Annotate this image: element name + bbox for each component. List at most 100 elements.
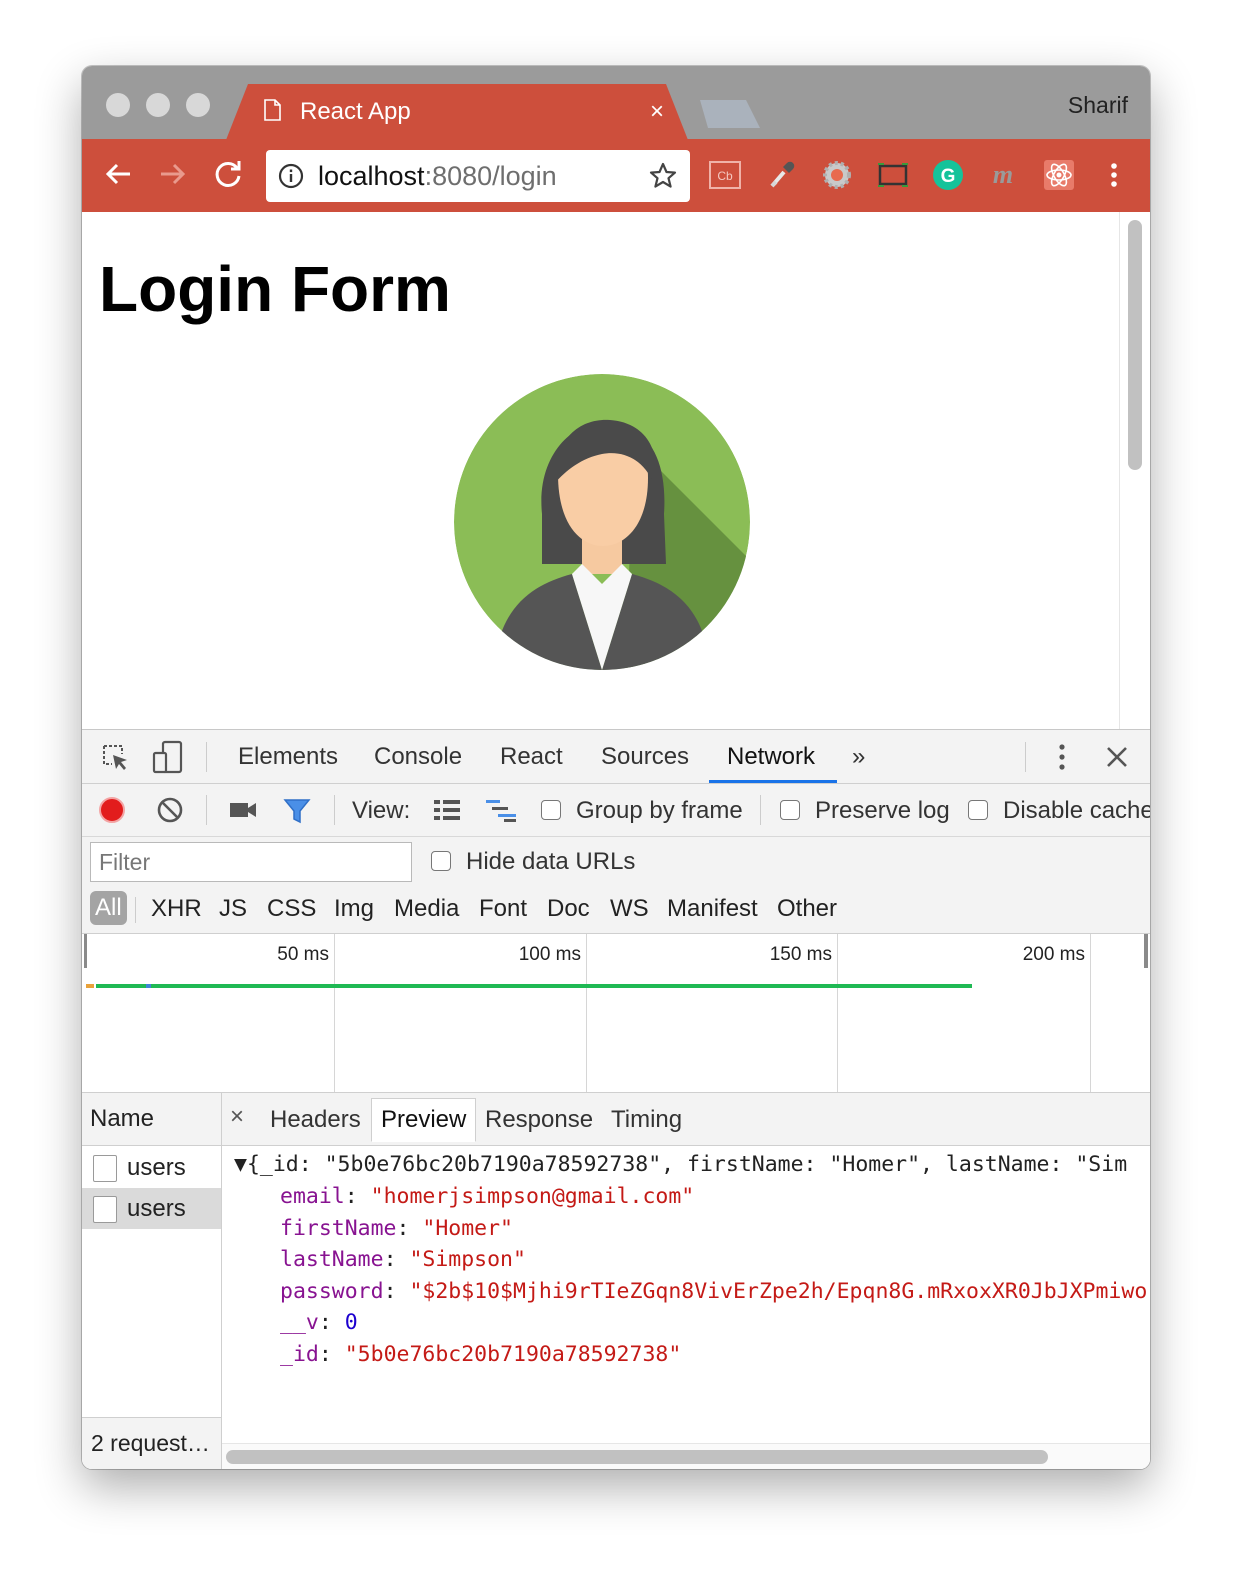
window-resizer-icon[interactable] xyxy=(876,158,910,192)
type-other[interactable]: Other xyxy=(777,895,837,923)
type-all[interactable]: All xyxy=(90,891,127,925)
page-scrollbar[interactable] xyxy=(1119,212,1150,729)
json-summary-line[interactable]: ▼{_id: "5b0e76bc20b7190a78592738", first… xyxy=(234,1149,1127,1181)
disable-cache-checkbox[interactable] xyxy=(968,800,988,820)
type-js[interactable]: JS xyxy=(219,895,247,923)
separator xyxy=(1025,742,1026,772)
type-xhr[interactable]: XHR xyxy=(151,895,202,923)
type-css[interactable]: CSS xyxy=(267,895,316,923)
tab-sources[interactable]: Sources xyxy=(601,743,689,771)
tab-preview[interactable]: Preview xyxy=(371,1098,477,1142)
tab-title: React App xyxy=(300,98,411,125)
request-row[interactable]: users xyxy=(82,1147,221,1188)
clear-icon[interactable] xyxy=(156,796,184,824)
detail-tab-bar: × Headers Preview Response Timing xyxy=(222,1093,1150,1146)
request-list: Name users users 2 request… xyxy=(82,1093,222,1469)
resource-type-filter: All XHR JS CSS Img Media Font Doc WS Man… xyxy=(82,887,1150,934)
horizontal-scrollbar[interactable] xyxy=(222,1443,1150,1469)
tab-strip: React App × Sharif xyxy=(82,66,1150,139)
type-doc[interactable]: Doc xyxy=(547,895,590,923)
tab-console[interactable]: Console xyxy=(374,743,462,771)
page-title: Login Form xyxy=(99,253,451,325)
json-value: "homerjsimpson@gmail.com" xyxy=(370,1184,695,1209)
react-devtools-icon[interactable] xyxy=(1042,158,1076,192)
filter-input[interactable] xyxy=(90,842,412,882)
large-rows-icon[interactable] xyxy=(432,797,462,823)
group-by-frame-checkbox[interactable] xyxy=(541,800,561,820)
minimize-window-button[interactable] xyxy=(146,93,170,117)
device-toolbar-icon[interactable] xyxy=(152,740,184,774)
hide-data-urls-label[interactable]: Hide data URLs xyxy=(466,848,635,876)
disable-cache-label[interactable]: Disable cache xyxy=(1003,797,1150,825)
eyedropper-icon[interactable] xyxy=(764,158,798,192)
tab-response[interactable]: Response xyxy=(485,1106,593,1134)
reload-icon[interactable] xyxy=(210,156,246,192)
maximize-window-button[interactable] xyxy=(186,93,210,117)
view-label: View: xyxy=(352,797,411,824)
separator xyxy=(206,795,207,825)
json-value: "$2b$10$Mjhi9rTIeZGqn8VivErZpe2h/Epqn8G.… xyxy=(409,1279,1148,1304)
page-scrollbar-thumb[interactable] xyxy=(1128,220,1142,470)
request-detail-pane: × Headers Preview Response Timing ▼{_id:… xyxy=(222,1093,1150,1469)
page-icon xyxy=(264,99,281,121)
filter-funnel-icon[interactable] xyxy=(282,796,312,826)
bookmark-star-icon[interactable] xyxy=(648,161,678,191)
info-icon[interactable] xyxy=(278,163,304,189)
cb-extension-icon[interactable]: Cb xyxy=(708,158,742,192)
tab-react[interactable]: React xyxy=(500,743,563,771)
preserve-log-label[interactable]: Preserve log xyxy=(815,797,950,825)
request-name: users xyxy=(127,1154,186,1181)
json-key: _id xyxy=(280,1342,319,1367)
document-icon xyxy=(93,1196,117,1223)
type-font[interactable]: Font xyxy=(479,895,527,923)
page-viewport: Login Form xyxy=(82,212,1150,729)
tab-headers[interactable]: Headers xyxy=(270,1106,361,1134)
close-window-button[interactable] xyxy=(106,93,130,117)
tick-label: 150 ms xyxy=(769,944,832,965)
tab-elements[interactable]: Elements xyxy=(238,743,338,771)
overview-right-handle[interactable] xyxy=(1144,934,1148,968)
tab-network[interactable]: Network xyxy=(727,743,815,771)
tab-timing[interactable]: Timing xyxy=(611,1106,682,1134)
separator xyxy=(206,742,207,772)
group-by-frame-label[interactable]: Group by frame xyxy=(576,797,743,825)
address-bar[interactable]: localhost:8080/login xyxy=(266,150,690,202)
hide-data-urls-checkbox[interactable] xyxy=(431,851,451,871)
devtools-panel: Elements Console React Sources Network » xyxy=(82,729,1150,1469)
type-img[interactable]: Img xyxy=(334,895,374,923)
inspect-element-icon[interactable] xyxy=(100,742,130,772)
type-ws[interactable]: WS xyxy=(610,895,649,923)
json-value: "Simpson" xyxy=(409,1247,526,1272)
record-icon[interactable] xyxy=(98,796,126,824)
browser-tab[interactable]: React App × xyxy=(226,84,688,140)
forward-icon[interactable] xyxy=(155,156,191,192)
gear-extension-icon[interactable] xyxy=(820,158,854,192)
back-icon[interactable] xyxy=(100,156,136,192)
network-overview[interactable]: 50 ms 100 ms 150 ms 200 ms xyxy=(82,934,1150,1093)
close-detail-icon[interactable]: × xyxy=(230,1103,244,1131)
svg-text:Cb: Cb xyxy=(717,169,733,183)
m-extension-icon[interactable]: m xyxy=(986,158,1020,192)
waterfall-icon[interactable] xyxy=(484,797,518,823)
json-field: password: "$2b$10$Mjhi9rTIeZGqn8VivErZpe… xyxy=(280,1279,1148,1304)
url-host: localhost xyxy=(318,161,425,191)
chrome-menu-icon[interactable] xyxy=(1097,158,1131,192)
close-tab-icon[interactable]: × xyxy=(650,98,664,126)
devtools-menu-icon[interactable] xyxy=(1052,742,1072,772)
profile-name[interactable]: Sharif xyxy=(1068,92,1128,119)
url-text[interactable]: localhost:8080/login xyxy=(318,161,557,192)
type-manifest[interactable]: Manifest xyxy=(667,895,758,923)
grammarly-icon[interactable]: G xyxy=(931,158,965,192)
overview-left-handle[interactable] xyxy=(84,934,87,968)
name-column-header[interactable]: Name xyxy=(82,1093,221,1146)
preserve-log-checkbox[interactable] xyxy=(780,800,800,820)
type-media[interactable]: Media xyxy=(394,895,459,923)
filter-row: Hide data URLs xyxy=(82,837,1150,887)
horizontal-scrollbar-thumb[interactable] xyxy=(226,1450,1048,1464)
more-tabs-button[interactable]: » xyxy=(852,743,865,771)
new-tab-button[interactable] xyxy=(694,100,760,128)
request-row-selected[interactable]: users xyxy=(82,1188,221,1229)
businesswoman-avatar-image xyxy=(454,374,750,670)
close-devtools-icon[interactable] xyxy=(1104,744,1130,770)
screenshot-camera-icon[interactable] xyxy=(228,798,258,822)
